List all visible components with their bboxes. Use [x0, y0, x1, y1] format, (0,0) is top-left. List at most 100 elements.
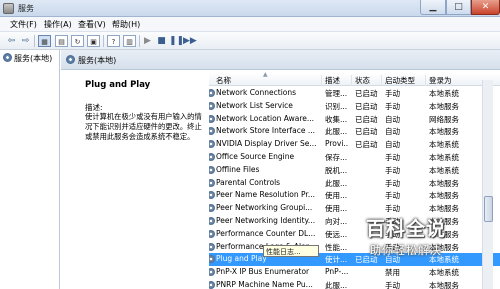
service-status: 已启动: [355, 89, 378, 98]
service-name: Parental Controls: [216, 177, 281, 187]
service-log-on-as: 本地服务: [429, 101, 459, 111]
service-description-cell: 保存...: [325, 153, 348, 162]
services-icon: [3, 53, 12, 62]
service-gear-icon: [209, 229, 215, 238]
service-log-on-as: 本地服务: [429, 191, 459, 201]
service-status: 已启动: [355, 114, 378, 124]
service-name: Peer Networking Identity...: [216, 216, 316, 225]
restart-service-icon[interactable]: ▶▶: [183, 35, 197, 47]
menu-file[interactable]: 文件(F): [10, 19, 37, 30]
help-icon[interactable]: ?: [107, 35, 120, 47]
column-header: ▲ 名称 描述 状态 启动类型 登录为: [209, 71, 500, 86]
service-row[interactable]: PnP-X IP Bus Enumerator PnP-... 禁用 本地系统: [209, 266, 500, 279]
menu-bar: 文件(F) 操作(A) 查看(V) 帮助(H): [0, 17, 500, 32]
services-app-icon: [3, 3, 14, 14]
service-name: Network List Service: [216, 100, 293, 110]
stop-service-icon[interactable]: ■: [155, 35, 168, 47]
service-startup-type: 手动: [385, 165, 400, 175]
toolbar-separator: [103, 35, 104, 47]
service-startup-type: 禁用: [385, 268, 400, 278]
service-gear-icon: [209, 204, 215, 213]
close-button[interactable]: ✕: [471, 0, 500, 15]
menu-view[interactable]: 查看(V): [78, 19, 106, 30]
column-status[interactable]: 状态: [355, 75, 382, 86]
column-name[interactable]: 名称: [216, 75, 322, 86]
service-name: Peer Networking Groupi...: [216, 203, 313, 213]
tree-item-label: 服务(本地): [14, 54, 53, 63]
service-description-cell: Provi...: [325, 139, 349, 149]
service-log-on-as: 本地服务: [429, 281, 459, 289]
service-status: 已启动: [355, 101, 378, 111]
title-bar: 服务 ▁ □ ✕: [0, 0, 500, 17]
service-row[interactable]: Network List Service 识别... 已启动 手动 本地服务: [209, 100, 500, 113]
properties-icon[interactable]: ▤: [55, 35, 68, 47]
service-gear-icon: [209, 89, 215, 97]
back-arrow-icon[interactable]: ⇦: [5, 35, 18, 47]
export-list-icon[interactable]: ▣: [87, 35, 100, 47]
service-description-cell: 使计...: [325, 255, 348, 265]
minimize-button[interactable]: ▁: [420, 0, 446, 15]
service-name: PNRP Machine Name Pu...: [216, 280, 313, 289]
vertical-scrollbar[interactable]: [482, 80, 493, 289]
pause-service-icon[interactable]: ❚❚: [169, 35, 184, 47]
view-icon[interactable]: ▥: [123, 35, 136, 47]
maximize-button[interactable]: □: [446, 0, 471, 15]
service-row[interactable]: Network Location Aware... 收集... 已启动 自动 网络服务: [209, 113, 500, 126]
service-description-cell: 识别...: [325, 101, 348, 111]
window-title: 服务: [18, 4, 34, 13]
menu-action[interactable]: 操作(A): [44, 19, 72, 30]
description-tooltip: 性能日志...: [263, 245, 319, 257]
service-description-cell: 此服...: [325, 127, 348, 137]
service-startup-type: 手动: [385, 153, 400, 162]
service-row[interactable]: Office Source Engine 保存... 手动 本地系统: [209, 151, 500, 164]
service-description-cell: 使用...: [325, 191, 348, 201]
service-gear-icon: [209, 165, 215, 174]
service-description-cell: 向对...: [325, 217, 348, 226]
service-name: Performance Counter DL...: [216, 228, 316, 238]
tree-item-services-local[interactable]: 服务(本地): [3, 53, 52, 64]
service-row[interactable]: Network Store Interface ... 此服... 已启动 自动 本地服…: [209, 125, 500, 138]
service-row[interactable]: Peer Name Resolution Pr... 使用... 手动 本地服务: [209, 189, 500, 202]
toolbar: ⇦ ⇨ ▦ ▤ ↻ ▣ ? ▥ ▶ ■ ❚❚ ▶▶: [0, 32, 500, 50]
start-service-icon[interactable]: ▶: [141, 35, 154, 47]
service-row[interactable]: NVIDIA Display Driver Se... Provi... 已启动 自动…: [209, 138, 500, 151]
column-description[interactable]: 描述: [325, 75, 352, 86]
watermark-title: 百科全说: [366, 218, 447, 240]
service-name: Office Source Engine: [216, 152, 295, 161]
column-log-on-as[interactable]: 登录为: [429, 75, 479, 86]
service-log-on-as: 本地系统: [429, 140, 459, 150]
service-startup-type: 手动: [385, 178, 400, 188]
service-gear-icon: [209, 127, 215, 136]
toolbar-separator: [139, 35, 140, 47]
service-startup-type: 手动: [385, 101, 400, 111]
service-row[interactable]: PNRP Machine Name Pu... 此服... 手动 本地服务: [209, 279, 500, 289]
service-log-on-as: 本地系统: [429, 89, 459, 98]
forward-arrow-icon[interactable]: ⇨: [19, 35, 32, 47]
service-gear-icon: [209, 268, 215, 277]
service-startup-type: 自动: [385, 114, 400, 124]
console-tree-icon[interactable]: ▦: [38, 35, 51, 47]
service-description-cell: PnP-...: [325, 267, 349, 277]
scrollbar-thumb[interactable]: [484, 196, 493, 222]
service-log-on-as: 本地系统: [429, 165, 459, 175]
service-startup-type: 自动: [385, 127, 400, 137]
service-description-cell: 使用...: [325, 204, 348, 214]
service-gear-icon: [209, 178, 215, 187]
service-name: NVIDIA Display Driver Se...: [216, 139, 317, 149]
service-name: Network Location Aware...: [216, 113, 315, 123]
watermark-subtitle: 助你轻松解决: [370, 244, 442, 257]
service-row[interactable]: Parental Controls 此服... 手动 本地服务: [209, 177, 500, 190]
service-name: Peer Name Resolution Pr...: [216, 190, 315, 200]
service-description-cell: 此服...: [325, 281, 348, 289]
services-icon: [66, 55, 75, 64]
service-description-cell: 性能...: [325, 242, 348, 252]
service-row[interactable]: Offline Files 脱机... 手动 本地系统: [209, 164, 500, 177]
service-row[interactable]: Network Connections 管理... 已启动 手动 本地系统: [209, 87, 500, 100]
service-description-cell: 使远...: [325, 229, 348, 239]
service-gear-icon: [209, 140, 215, 149]
menu-help[interactable]: 帮助(H): [112, 19, 140, 30]
refresh-icon[interactable]: ↻: [71, 35, 84, 47]
column-startup-type[interactable]: 启动类型: [385, 75, 426, 86]
service-description: 使计算机在极少或没有用户输入的情况下能识别并适应硬件的更改。终止或禁用此服务会造…: [85, 112, 202, 141]
service-log-on-as: 网络服务: [429, 114, 459, 124]
